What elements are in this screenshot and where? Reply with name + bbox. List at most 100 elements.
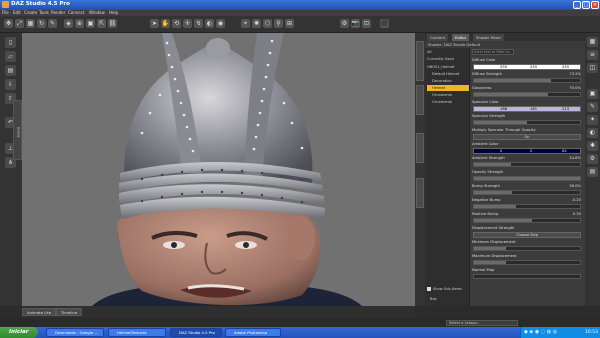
- choose-map-button[interactable]: Choose Map: [473, 232, 581, 238]
- pose-icon[interactable]: ✋: [161, 19, 170, 28]
- scale-icon[interactable]: ⤢: [15, 19, 24, 28]
- menu-edit[interactable]: Edit: [13, 10, 21, 15]
- vertical-tab-1[interactable]: [416, 41, 424, 81]
- task-helmet-textures[interactable]: HelmetTextures: [108, 328, 166, 337]
- rotate-tool-icon[interactable]: ⟲: [172, 19, 181, 28]
- diffuse-strength-slider[interactable]: [473, 78, 581, 83]
- task-downloads[interactable]: Downloads - Google ...: [46, 328, 104, 337]
- ambient-strength-slider[interactable]: [473, 162, 581, 167]
- grid-icon[interactable]: ▦: [26, 19, 35, 28]
- maximize-icon[interactable]: □: [582, 1, 590, 9]
- arrow-icon[interactable]: ⇱: [97, 19, 106, 28]
- color-picker-icon[interactable]: ◐: [587, 128, 598, 138]
- tree-ornaments-2[interactable]: Ornaments: [427, 99, 469, 105]
- vertical-tab-4[interactable]: [416, 178, 424, 208]
- minimum-displacement-slider[interactable]: [473, 246, 581, 251]
- glossiness-slider[interactable]: [473, 92, 581, 97]
- smart-content-icon[interactable]: ◫: [587, 63, 598, 73]
- vertical-tab-2[interactable]: [416, 85, 424, 115]
- translate-icon[interactable]: ✛: [183, 19, 192, 28]
- tab-shader-mixer[interactable]: Shader Mixer: [473, 34, 505, 41]
- open-folder-icon[interactable]: ▱: [5, 51, 16, 62]
- minimize-icon[interactable]: _: [573, 1, 581, 9]
- tree-currently-used[interactable]: Currently Used: [427, 56, 469, 62]
- lesson-placeholder: Select a Lesson...: [449, 321, 481, 325]
- list-view-icon[interactable]: ≡: [587, 50, 598, 60]
- link-icon[interactable]: ⛓: [108, 19, 117, 28]
- checkbox-icon[interactable]: [427, 287, 431, 291]
- vertical-tab-3[interactable]: [416, 133, 424, 163]
- tab-content[interactable]: Content: [427, 34, 449, 41]
- 3d-viewport[interactable]: [22, 33, 415, 306]
- menu-window[interactable]: Window: [89, 10, 105, 15]
- bottom-label: Box: [430, 297, 437, 301]
- normal-map-slider[interactable]: [473, 274, 581, 279]
- negative-bump-value: -0.20: [571, 198, 581, 202]
- bump-strength-slider[interactable]: [473, 190, 581, 195]
- brush-icon[interactable]: ✎: [48, 19, 57, 28]
- ambient-color-field[interactable]: 0 0 64: [473, 148, 581, 154]
- camera-icon[interactable]: ⌖: [241, 19, 250, 28]
- tab-animate-lite[interactable]: Animate Lite: [22, 308, 57, 316]
- region-icon[interactable]: ⊞: [285, 19, 294, 28]
- menu-file[interactable]: File: [2, 10, 9, 15]
- opacity-strength-slider[interactable]: [473, 176, 581, 181]
- menu-tools[interactable]: Tools: [39, 10, 49, 15]
- positive-bump-slider[interactable]: [473, 218, 581, 223]
- tab-timeline[interactable]: Timeline: [56, 308, 83, 316]
- weight-icon[interactable]: ◐: [205, 19, 214, 28]
- save-icon[interactable]: ▤: [5, 65, 16, 76]
- show-sub-items-checkbox[interactable]: Show Sub-Items: [427, 286, 469, 292]
- specular-strength-slider[interactable]: [473, 120, 581, 125]
- menu-create[interactable]: Create: [24, 10, 37, 15]
- light-icon[interactable]: ✺: [252, 19, 261, 28]
- multiply-specular-toggle[interactable]: On: [473, 134, 581, 140]
- render-library-icon[interactable]: ▣: [587, 89, 598, 99]
- diffuse-color-field[interactable]: 255 255 255: [473, 64, 581, 70]
- tree-default-helmet[interactable]: Default Helmet: [427, 71, 469, 77]
- tree-helmet[interactable]: Helmet: [427, 85, 469, 91]
- specular-color-field[interactable]: 188 181 213: [473, 106, 581, 112]
- rotate-icon[interactable]: ↻: [37, 19, 46, 28]
- render-settings-icon[interactable]: ⚙: [340, 19, 349, 28]
- tree-ornaments-1[interactable]: Ornaments: [427, 92, 469, 98]
- task-photoshop[interactable]: Adobe Photoshop: [225, 328, 281, 337]
- close-icon[interactable]: ×: [591, 1, 599, 9]
- tab-editor[interactable]: Editor: [452, 34, 470, 41]
- tray-icons[interactable]: ◆ ◈ ◉ ◌ ◍ ◎: [524, 329, 574, 336]
- surface-icon[interactable]: ◉: [216, 19, 225, 28]
- search-input[interactable]: Enter text to filter by...: [472, 49, 514, 55]
- geometry-icon[interactable]: ⬡: [263, 19, 272, 28]
- tree-decoration[interactable]: Decoration: [427, 78, 469, 84]
- diffuse-strength-label: Diffuse Strength: [472, 72, 503, 76]
- twist-icon[interactable]: ↯: [194, 19, 203, 28]
- settings-icon[interactable]: ⚙: [587, 154, 598, 164]
- vertical-tab-left[interactable]: Scene: [13, 100, 22, 160]
- transform-icon[interactable]: ✥: [4, 19, 13, 28]
- wand-icon[interactable]: ✦: [587, 115, 598, 125]
- joint-icon[interactable]: ⚲: [274, 19, 283, 28]
- tree-all[interactable]: All: [427, 49, 469, 55]
- render-icon[interactable]: 📷: [351, 19, 360, 28]
- grid-view-icon[interactable]: ▦: [587, 37, 598, 47]
- task-daz-studio[interactable]: DAZ Studio 4.5 Pro: [170, 328, 222, 337]
- target-icon[interactable]: ⊕: [75, 19, 84, 28]
- import-icon[interactable]: ⇩: [5, 79, 16, 90]
- pencil-icon[interactable]: ✎: [587, 102, 598, 112]
- menu-help[interactable]: Help: [109, 10, 118, 15]
- lesson-select[interactable]: Select a Lesson...: [446, 320, 518, 326]
- palette-icon[interactable]: ✱: [587, 141, 598, 151]
- node-icon[interactable]: ◈: [64, 19, 73, 28]
- menu-connect[interactable]: Connect: [68, 10, 85, 15]
- tree-hbo01[interactable]: HBO01_Helmet: [427, 64, 469, 70]
- pointer-icon[interactable]: ➤: [150, 19, 159, 28]
- menu-render[interactable]: Render: [51, 10, 65, 15]
- cube-icon[interactable]: ▣: [86, 19, 95, 28]
- maximum-displacement-slider[interactable]: [473, 260, 581, 265]
- new-file-icon[interactable]: ▯: [5, 37, 16, 48]
- negative-bump-slider[interactable]: [473, 204, 581, 209]
- layers-icon[interactable]: ▤: [587, 167, 598, 177]
- spot-render-icon[interactable]: ⊡: [362, 19, 371, 28]
- start-button[interactable]: Iniciar: [0, 327, 38, 338]
- new-scene-icon[interactable]: ⬛: [380, 19, 389, 28]
